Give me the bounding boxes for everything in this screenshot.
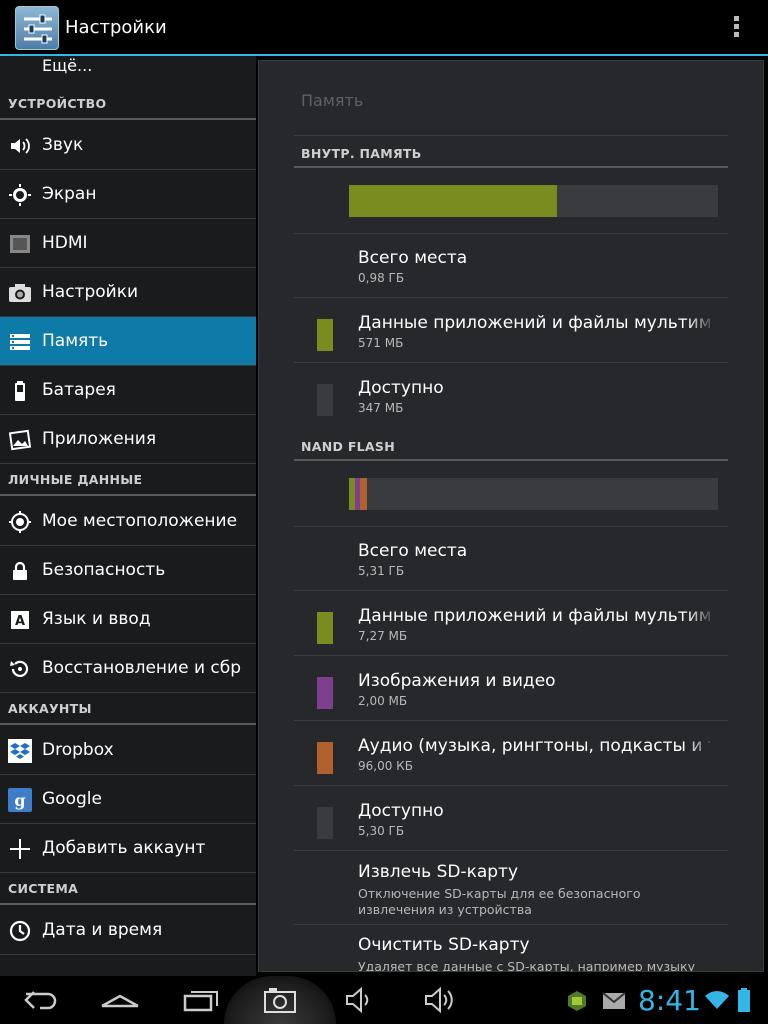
lock-icon: [13, 561, 27, 580]
sidebar-item-storage[interactable]: Память: [0, 317, 256, 366]
recent-apps-icon[interactable]: [183, 984, 219, 1016]
nand-free-row: Доступно 5,30 ГБ: [294, 787, 728, 851]
nand-audio-row[interactable]: Аудио (музыка, рингтоны, подкасты и т. п…: [294, 722, 728, 786]
hand-icon: [8, 968, 32, 976]
settings-list[interactable]: Ещё... УСТРОЙСТВО Звук Экран HDMI Настро…: [0, 56, 256, 976]
home-icon[interactable]: [100, 984, 140, 1016]
action-bar: Настройки: [0, 0, 768, 55]
nand-usage-bar: [349, 478, 718, 510]
divider: [294, 135, 728, 136]
sidebar-item-battery[interactable]: Батарея: [0, 366, 256, 415]
audio-color-swatch: [317, 742, 333, 774]
speaker-icon: [11, 138, 30, 154]
google-icon: g: [8, 788, 32, 812]
volume-down-icon[interactable]: [345, 986, 377, 1014]
sidebar-item-add-account[interactable]: Добавить аккаунт: [0, 824, 256, 873]
storage-icon: [10, 334, 30, 350]
section-nand-flash: NAND FLASH: [294, 431, 728, 461]
nand-audio-segment: [360, 478, 367, 510]
sidebar-item-apps[interactable]: Приложения: [0, 415, 256, 464]
section-internal-storage: ВНУТР. ПАМЯТЬ: [294, 138, 728, 168]
sliders-icon: [24, 14, 52, 44]
monitor-icon: [10, 235, 30, 253]
svg-text:A: A: [15, 614, 25, 629]
app-title: Настройки: [65, 17, 167, 38]
nand-apps-row[interactable]: Данные приложений и файлы мультимедиа 7,…: [294, 592, 728, 656]
sidebar-item-display[interactable]: Экран: [0, 170, 256, 219]
internal-apps-row[interactable]: Данные приложений и файлы мультимедиа 57…: [294, 299, 728, 363]
camera-icon: [9, 284, 31, 302]
screenshot-camera-icon[interactable]: [264, 986, 296, 1014]
images-color-swatch: [317, 677, 333, 709]
nand-total-row: Всего места 5,31 ГБ: [294, 527, 728, 591]
back-icon[interactable]: [22, 984, 60, 1016]
sidebar-item-datetime[interactable]: Дата и время: [0, 906, 256, 955]
android-notification-icon[interactable]: [566, 990, 588, 1012]
dropbox-icon: [8, 739, 32, 763]
status-clock: 8:41: [638, 984, 701, 1017]
nand-images-row[interactable]: Изображения и видео 2,00 МБ: [294, 657, 728, 721]
overflow-menu-icon[interactable]: [728, 14, 744, 42]
sidebar-item-security[interactable]: Безопасность: [0, 546, 256, 595]
svg-text:g: g: [14, 791, 25, 810]
sidebar-item-backup[interactable]: Восстановление и сброс: [0, 644, 256, 693]
settings-app-icon[interactable]: [15, 6, 59, 50]
section-device: УСТРОЙСТВО: [0, 90, 256, 120]
volume-up-icon[interactable]: [424, 986, 460, 1014]
internal-apps-segment: [349, 185, 557, 217]
sidebar-item-google[interactable]: g Google: [0, 775, 256, 824]
sidebar-item-language[interactable]: A Язык и ввод: [0, 595, 256, 644]
section-system: СИСТЕМА: [0, 875, 256, 905]
apps-icon: [8, 429, 32, 451]
internal-total-row: Всего места 0,98 ГБ: [294, 234, 728, 298]
sidebar-item-accessibility[interactable]: [0, 955, 256, 976]
apps-color-swatch: [317, 612, 333, 644]
battery-icon: [15, 381, 25, 401]
free-color-swatch: [317, 384, 333, 416]
storage-panel: Память ВНУТР. ПАМЯТЬ Всего места 0,98 ГБ…: [258, 60, 764, 972]
keyboard-letter-icon: A: [11, 611, 29, 629]
gmail-icon[interactable]: [602, 991, 626, 1011]
free-color-swatch: [317, 807, 333, 839]
clock-icon: [9, 920, 31, 942]
battery-status-icon: [738, 988, 750, 1012]
plus-icon: [10, 839, 30, 859]
sidebar-item-dropbox[interactable]: Dropbox: [0, 726, 256, 775]
sidebar-item-hdmi[interactable]: HDMI: [0, 219, 256, 268]
eject-sd-row[interactable]: Извлечь SD-карту Отключение SD-карты для…: [294, 852, 728, 925]
panel-title: Память: [301, 91, 364, 110]
sidebar-item-location[interactable]: Мое местоположение: [0, 497, 256, 546]
restore-icon: [10, 660, 29, 677]
internal-usage-bar: [349, 185, 718, 217]
sidebar-item-sound[interactable]: Звук: [0, 121, 256, 170]
brightness-icon: [9, 184, 31, 206]
more-item[interactable]: Ещё...: [42, 56, 92, 80]
erase-sd-row[interactable]: Очистить SD-карту Удаляет все данные с S…: [294, 925, 728, 971]
internal-free-row: Доступно 347 МБ: [294, 364, 728, 428]
section-accounts: АККАУНТЫ: [0, 695, 256, 725]
sidebar-item-camera[interactable]: Настройки: [0, 268, 256, 317]
section-personal: ЛИЧНЫЕ ДАННЫЕ: [0, 466, 256, 496]
wifi-icon: [705, 991, 729, 1009]
location-icon: [9, 511, 31, 533]
apps-color-swatch: [317, 319, 333, 351]
